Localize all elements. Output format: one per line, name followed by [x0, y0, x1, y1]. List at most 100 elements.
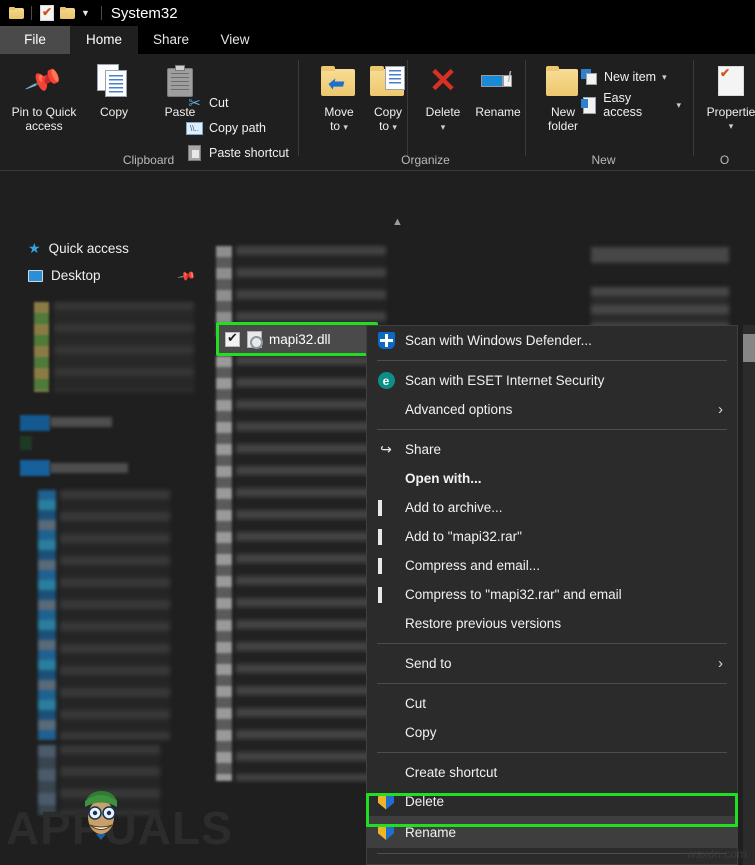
file-explorer-window: ▼ System32 File Home Share View 📌 Pin to…: [0, 0, 755, 865]
sidebar-item-label: Desktop: [51, 268, 101, 283]
context-menu-item-compress-to-rar-and-email[interactable]: Compress to "mapi32.rar" and email: [367, 580, 737, 609]
context-menu-item-add-to-archive[interactable]: Add to archive...: [367, 493, 737, 522]
easy-access-icon: [581, 97, 597, 114]
ribbon-group-label-new: New: [526, 153, 681, 167]
redacted-file-names: [236, 356, 386, 781]
scissors-icon: ✂: [186, 95, 203, 112]
divider: [407, 60, 408, 156]
chevron-down-icon[interactable]: ▾: [676, 100, 681, 111]
sidebar-item-quick-access[interactable]: ★ Quick access: [0, 235, 206, 262]
easy-access-label: Easy access: [603, 91, 670, 119]
context-menu-item-properties[interactable]: Properties: [367, 859, 737, 865]
copy-path-button[interactable]: \\.. Copy path: [186, 117, 266, 139]
easy-access-button[interactable]: Easy access ▾: [581, 94, 681, 116]
copy-button[interactable]: Copy: [82, 60, 146, 119]
tab-home[interactable]: Home: [70, 26, 138, 54]
ribbon-group-open: Propertie ▾ O: [694, 54, 755, 171]
sidebar-item-label: Quick access: [49, 241, 129, 256]
winrar-icon: [377, 557, 395, 575]
chevron-down-icon[interactable]: ▾: [662, 72, 667, 83]
redacted-sidebar-icons: [34, 302, 49, 392]
cut-label: Cut: [209, 96, 228, 110]
title-bar: ▼ System32: [0, 0, 755, 26]
redacted-sidebar-icon: [20, 415, 50, 431]
file-row-mapi32-dll[interactable]: mapi32.dll: [216, 322, 378, 356]
context-menu-item-label: Send to: [405, 656, 452, 671]
file-name-label: mapi32.dll: [269, 332, 331, 347]
context-menu-item-delete[interactable]: Delete: [367, 787, 737, 816]
ribbon-group-label-clipboard: Clipboard: [0, 153, 297, 167]
context-menu-item-label: Add to "mapi32.rar": [405, 529, 522, 544]
chevron-down-icon[interactable]: ▾: [411, 120, 475, 134]
properties-icon: [700, 60, 755, 102]
window-title: System32: [111, 5, 178, 22]
context-menu-item-advanced-options[interactable]: Advanced options ›: [367, 395, 737, 424]
dll-file-icon: [247, 331, 262, 348]
desktop-icon: [28, 270, 43, 282]
ribbon-group-new: Newfolder New item ▾ Easy access ▾ New: [526, 54, 681, 171]
divider: [377, 429, 727, 430]
context-menu[interactable]: Scan with Windows Defender... e Scan wit…: [366, 325, 738, 865]
tab-file[interactable]: File: [0, 26, 70, 54]
context-menu-item-label: Copy: [405, 725, 437, 740]
cut-button[interactable]: ✂ Cut: [186, 92, 228, 114]
redacted-sidebar-icon: [20, 460, 50, 476]
file-checkbox[interactable]: [225, 332, 240, 347]
context-menu-item-cut[interactable]: Cut: [367, 689, 737, 718]
ribbon-group-clipboard: 📌 Pin to Quickaccess Copy Paste ✂ Cut: [0, 54, 297, 171]
redacted-sidebar-label: [50, 417, 112, 427]
context-menu-item-open-with[interactable]: Open with...: [367, 464, 737, 493]
chevron-down-icon[interactable]: ▾: [392, 122, 397, 132]
chevron-right-icon: ›: [718, 401, 723, 418]
scrollbar-thumb[interactable]: [743, 334, 755, 362]
new-folder-icon[interactable]: [57, 2, 77, 24]
pin-icon[interactable]: 📌: [176, 265, 196, 285]
context-menu-item-restore-previous-versions[interactable]: Restore previous versions: [367, 609, 737, 638]
appuals-mascot-icon: [78, 787, 124, 841]
rename-icon: I: [461, 60, 535, 102]
navigation-sidebar[interactable]: ★ Quick access Desktop 📌: [0, 225, 206, 865]
redacted-sidebar-icons: [38, 490, 56, 740]
rename-button[interactable]: I Rename: [461, 60, 535, 119]
context-menu-item-label: Rename: [405, 825, 456, 840]
ribbon-tab-bar: File Home Share View: [0, 26, 755, 54]
new-item-button[interactable]: New item ▾: [581, 66, 667, 88]
tab-view[interactable]: View: [204, 26, 266, 54]
redacted-file-icons: [216, 356, 232, 781]
copy-path-icon: \\..: [186, 120, 203, 137]
chevron-down-icon[interactable]: ▼: [81, 8, 90, 18]
properties-icon[interactable]: [37, 2, 57, 24]
context-menu-item-copy[interactable]: Copy: [367, 718, 737, 747]
folder-icon[interactable]: [6, 2, 26, 24]
ribbon: 📌 Pin to Quickaccess Copy Paste ✂ Cut: [0, 54, 755, 171]
address-bar: ← → ▼ ↑ › This PC › Local Disk (C:) › Wi…: [0, 171, 755, 225]
properties-button[interactable]: Propertie ▾: [700, 60, 755, 133]
winrar-icon: [377, 586, 395, 604]
pin-icon: 📌: [7, 60, 81, 102]
context-menu-item-send-to[interactable]: Send to ›: [367, 649, 737, 678]
scrollbar-track[interactable]: [743, 325, 755, 865]
uac-shield-icon: [377, 793, 395, 811]
copy-label: Copy: [82, 105, 146, 119]
context-menu-item-scan-eset[interactable]: e Scan with ESET Internet Security: [367, 366, 737, 395]
context-menu-item-compress-and-email[interactable]: Compress and email...: [367, 551, 737, 580]
pin-to-quick-access-label: Pin to Quickaccess: [7, 105, 81, 133]
chevron-down-icon[interactable]: ▾: [343, 122, 348, 132]
divider: [377, 643, 727, 644]
context-menu-item-create-shortcut[interactable]: Create shortcut: [367, 758, 737, 787]
context-menu-item-scan-defender[interactable]: Scan with Windows Defender...: [367, 326, 737, 355]
star-icon: ★: [28, 240, 41, 257]
context-menu-item-label: Scan with Windows Defender...: [405, 333, 592, 348]
redacted-sidebar-label: [50, 463, 128, 473]
context-menu-item-label: Restore previous versions: [405, 616, 561, 631]
tab-share[interactable]: Share: [138, 26, 204, 54]
context-menu-item-label: Open with...: [405, 471, 482, 486]
context-menu-item-label: Share: [405, 442, 441, 457]
sidebar-item-desktop[interactable]: Desktop 📌: [0, 262, 206, 289]
context-menu-item-add-to-rar[interactable]: Add to "mapi32.rar": [367, 522, 737, 551]
chevron-down-icon[interactable]: ▾: [700, 119, 755, 133]
pin-to-quick-access-button[interactable]: 📌 Pin to Quickaccess: [7, 60, 81, 133]
divider: [377, 360, 727, 361]
context-menu-item-rename[interactable]: Rename: [367, 816, 737, 848]
context-menu-item-share[interactable]: ↪ Share: [367, 435, 737, 464]
